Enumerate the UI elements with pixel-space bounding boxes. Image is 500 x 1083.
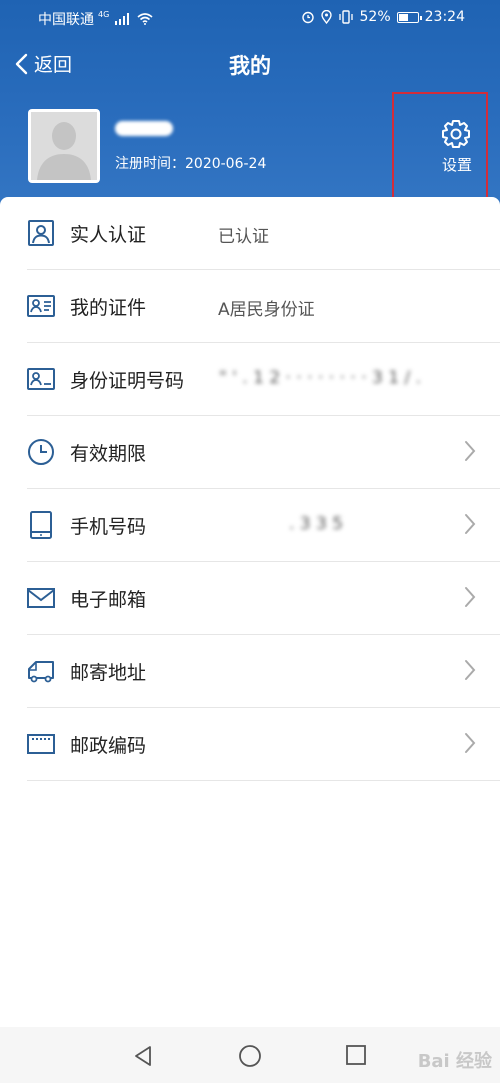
info-card: 实人认证 已认证 我的证件 A居民身份证 身份证明号码 " ' . 1 2 · … xyxy=(0,197,500,1027)
registration-date: 2020-06-24 xyxy=(185,156,267,172)
signal-icon xyxy=(115,13,130,25)
chevron-right-icon xyxy=(465,441,476,461)
clock-icon xyxy=(28,439,54,465)
wifi-icon xyxy=(137,13,153,25)
list-item-phone-number[interactable]: 手机号码 . 3 3 5 xyxy=(27,489,500,562)
alarm-icon xyxy=(301,11,314,24)
list-item-email[interactable]: 电子邮箱 xyxy=(27,562,500,635)
page-title: 我的 xyxy=(229,54,271,78)
list-item-my-documents[interactable]: 我的证件 A居民身份证 xyxy=(27,270,500,343)
battery-percent: 52% xyxy=(359,9,391,25)
chevron-right-icon xyxy=(465,660,476,680)
chevron-right-icon xyxy=(465,733,476,753)
verify-status: 已认证 xyxy=(218,227,269,247)
gear-icon xyxy=(442,120,470,148)
system-navigation-bar: Bai 经验 xyxy=(0,1027,500,1083)
person-badge-icon xyxy=(28,220,54,246)
battery-icon xyxy=(396,11,422,23)
chevron-right-icon xyxy=(465,587,476,607)
watermark: Bai 经验 xyxy=(417,1051,492,1072)
registration-label: 注册时间： xyxy=(115,156,185,172)
network-type: 4G xyxy=(98,9,110,19)
id-number-icon xyxy=(27,368,55,390)
list-item-postal-code[interactable]: 邮政编码 xyxy=(27,708,500,781)
clock-time: 23:24 xyxy=(424,9,465,25)
phone-icon xyxy=(30,511,52,539)
list-item-label: 手机号码 xyxy=(70,516,147,538)
list-item-label: 我的证件 xyxy=(70,297,147,319)
person-silhouette-icon xyxy=(37,122,91,180)
list-item-label: 实人认证 xyxy=(70,224,147,246)
username-redacted xyxy=(115,121,173,136)
list-item-real-person-verify[interactable]: 实人认证 已认证 xyxy=(27,197,500,270)
settings-button[interactable]: 设置 xyxy=(392,92,488,205)
location-icon xyxy=(320,10,332,24)
carrier-name: 中国联通 xyxy=(38,12,94,28)
vibrate-icon xyxy=(338,10,353,24)
postcode-icon xyxy=(27,734,55,754)
status-bar: 中国联通 4G 52% 23:24 xyxy=(0,0,500,34)
list-item-label: 有效期限 xyxy=(70,443,147,465)
registration-info: 注册时间：2020-06-24 xyxy=(115,153,266,173)
settings-label: 设置 xyxy=(441,156,472,174)
list-item-mailing-address[interactable]: 邮寄地址 xyxy=(27,635,500,708)
phone-number-redacted: . 3 3 5 xyxy=(289,514,344,534)
home-circle-icon[interactable] xyxy=(238,1045,262,1069)
id-number-redacted: " ' . 1 2 · · · · · · · · 3 1 / . xyxy=(219,368,421,388)
list-item-label: 邮政编码 xyxy=(70,735,147,757)
back-triangle-icon[interactable] xyxy=(132,1045,154,1067)
list-item-label: 电子邮箱 xyxy=(70,589,147,611)
document-type: A居民身份证 xyxy=(218,300,315,320)
mail-icon xyxy=(27,588,55,608)
recents-square-icon[interactable] xyxy=(345,1045,367,1067)
nav-bar: 返回 我的 xyxy=(0,40,500,92)
list-item-label: 邮寄地址 xyxy=(70,662,147,684)
truck-icon xyxy=(28,661,54,683)
list-item-label: 身份证明号码 xyxy=(70,370,185,392)
list-item-validity-period[interactable]: 有效期限 xyxy=(27,416,500,489)
list-item-id-number[interactable]: 身份证明号码 " ' . 1 2 · · · · · · · · 3 1 / . xyxy=(27,343,500,416)
avatar[interactable] xyxy=(28,109,100,183)
id-card-icon xyxy=(27,295,55,317)
chevron-right-icon xyxy=(465,514,476,534)
